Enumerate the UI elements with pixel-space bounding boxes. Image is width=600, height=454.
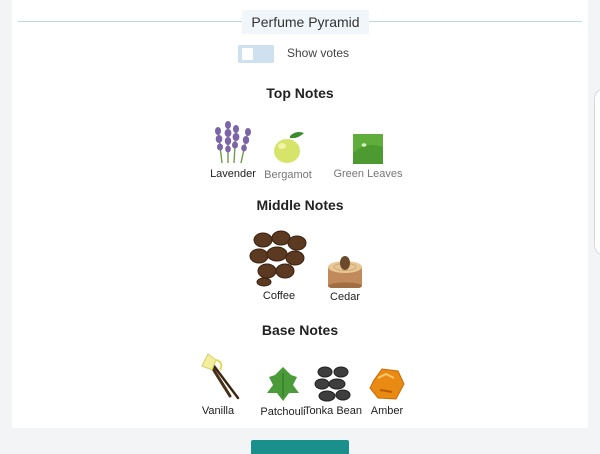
cedar-icon [328, 256, 362, 288]
show-votes-switch[interactable] [238, 45, 274, 63]
green-leaves-icon [353, 134, 383, 164]
base-notes-title: Base Notes [261, 322, 339, 338]
perfume-pyramid-card: Perfume Pyramid Show votes Top Notes Lav… [12, 0, 588, 428]
top-notes-title: Top Notes [266, 85, 334, 101]
note-label: Cedar [330, 291, 360, 303]
note-label: Amber [370, 405, 404, 417]
middle-notes-title: Middle Notes [256, 197, 344, 213]
section-header: Perfume Pyramid [18, 10, 582, 34]
bergamot-icon [274, 132, 304, 163]
show-votes-label: Show votes [287, 46, 350, 60]
page-title: Perfume Pyramid [242, 10, 369, 34]
switch-knob [242, 48, 253, 60]
note-bergamot[interactable]: Bergamot [248, 130, 328, 181]
note-label: Bergamot [264, 169, 312, 181]
note-label: Green Leaves [333, 168, 403, 180]
bottom-action-button[interactable] [251, 440, 349, 454]
note-green-leaves[interactable]: Green Leaves [328, 133, 408, 180]
vanilla-icon [201, 353, 240, 400]
amber-icon [369, 368, 405, 400]
note-cedar[interactable]: Cedar [305, 250, 385, 303]
coffee-icon [249, 230, 307, 287]
note-amber[interactable]: Amber [347, 366, 427, 417]
side-drawer-handle[interactable] [594, 88, 600, 256]
